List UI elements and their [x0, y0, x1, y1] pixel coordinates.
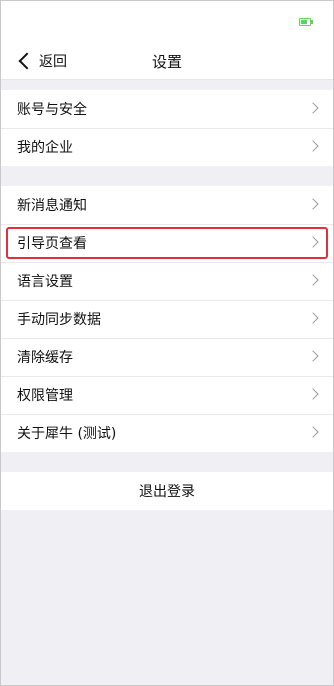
navigation-bar: 返回 设置	[1, 41, 333, 80]
settings-group-account: 账号与安全 我的企业	[1, 90, 333, 166]
settings-item-label: 引导页查看	[17, 236, 87, 252]
settings-item-label: 我的企业	[17, 140, 73, 156]
settings-item-permissions[interactable]: 权限管理	[1, 376, 333, 414]
settings-item-label: 新消息通知	[17, 198, 87, 214]
settings-screen: 返回 设置 账号与安全 我的企业 新消息通知 引导页查看 语言设置 手动同步数据…	[0, 0, 334, 686]
chevron-right-icon	[307, 102, 319, 114]
settings-item-label: 账号与安全	[17, 102, 87, 118]
chevron-right-icon	[307, 236, 319, 248]
settings-item-label: 清除缓存	[17, 350, 73, 366]
chevron-right-icon	[307, 198, 319, 210]
logout-button[interactable]: 退出登录	[1, 472, 333, 510]
chevron-right-icon	[307, 426, 319, 438]
chevron-right-icon	[307, 388, 319, 400]
chevron-right-icon	[307, 140, 319, 152]
settings-item-manual-sync[interactable]: 手动同步数据	[1, 300, 333, 338]
settings-group-general: 新消息通知 引导页查看 语言设置 手动同步数据 清除缓存 权限管理 关于犀牛 (…	[1, 186, 333, 452]
battery-icon	[299, 18, 313, 26]
settings-item-my-enterprise[interactable]: 我的企业	[1, 128, 333, 166]
battery-cap	[311, 20, 313, 24]
settings-item-label: 语言设置	[17, 274, 73, 290]
settings-item-about[interactable]: 关于犀牛 (测试)	[1, 414, 333, 452]
settings-item-account-security[interactable]: 账号与安全	[1, 90, 333, 128]
settings-item-language[interactable]: 语言设置	[1, 262, 333, 300]
battery-level	[301, 20, 307, 24]
settings-item-label: 关于犀牛 (测试)	[17, 426, 117, 442]
settings-item-guide-pages[interactable]: 引导页查看	[1, 224, 333, 262]
settings-item-label: 权限管理	[17, 388, 73, 404]
status-bar	[1, 1, 333, 41]
chevron-right-icon	[307, 350, 319, 362]
chevron-right-icon	[307, 274, 319, 286]
settings-item-label: 手动同步数据	[17, 312, 101, 328]
settings-item-clear-cache[interactable]: 清除缓存	[1, 338, 333, 376]
settings-item-notifications[interactable]: 新消息通知	[1, 186, 333, 224]
page-title: 设置	[151, 53, 182, 71]
chevron-right-icon	[307, 312, 319, 324]
logout-label: 退出登录	[139, 484, 195, 500]
